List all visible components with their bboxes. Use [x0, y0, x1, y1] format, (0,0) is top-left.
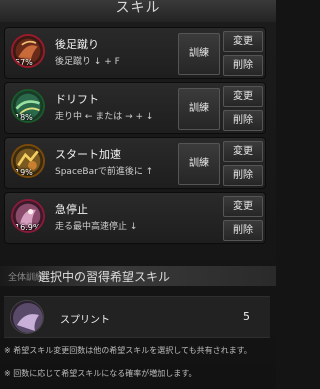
train-button[interactable]: 訓練	[178, 33, 220, 75]
wish-skill-icon	[10, 300, 44, 334]
skill-icon-drift: 18%	[11, 89, 45, 123]
delete-button[interactable]: 削除	[223, 55, 263, 76]
change-button[interactable]: 変更	[223, 141, 263, 162]
skill-progress: 19%	[15, 168, 33, 177]
train-button[interactable]: 訓練	[178, 88, 220, 130]
title-bar: スキル	[0, 0, 276, 22]
skill-icon-start-accel: 19%	[11, 144, 45, 178]
skill-row: 16.9% 急停止 走る最中高速停止 ↓ 変更 削除	[4, 192, 266, 244]
skill-progress: 16.9%	[15, 223, 41, 232]
skill-progress: 57%	[15, 58, 33, 67]
skill-name: ドリフト	[55, 93, 99, 106]
skill-desc: SpaceBarで前進後に ↑	[55, 167, 154, 177]
skill-name: 急停止	[55, 203, 88, 216]
delete-button[interactable]: 削除	[223, 110, 263, 131]
wish-skill-row[interactable]: スプリント 5	[4, 296, 270, 338]
skill-icon-emergency-stop: 16.9%	[11, 199, 45, 233]
change-button[interactable]: 変更	[223, 31, 263, 52]
wish-skill-name: スプリント	[60, 315, 110, 326]
change-button[interactable]: 変更	[223, 86, 263, 107]
skill-name: 後足蹴り	[55, 38, 99, 51]
horse-sprint-art-icon	[11, 301, 43, 333]
section-title: 選択中の習得希望スキル	[38, 270, 171, 284]
skill-desc: 走る最中高速停止 ↓	[55, 222, 138, 232]
wish-skill-count: 5	[243, 310, 250, 323]
delete-button[interactable]: 削除	[223, 165, 263, 186]
notice-text: ※ 回数に応じて希望スキルになる確率が増加します。	[4, 369, 197, 378]
train-button[interactable]: 訓練	[178, 143, 220, 185]
skill-row: 18% ドリフト 走り中 ← または → + ↓ 訓練 変更 削除	[4, 82, 266, 134]
change-button[interactable]: 変更	[223, 196, 263, 217]
notice-text: ※ 希望スキル変更回数は他の希望スキルを選択しても共有されます。	[4, 346, 252, 355]
skill-progress: 18%	[15, 113, 33, 122]
skill-name: スタート加速	[55, 148, 121, 161]
delete-button[interactable]: 削除	[223, 220, 263, 241]
skill-row: 57% 後足蹴り 後足蹴り ↓ + F 訓練 変更 削除	[4, 27, 266, 79]
skill-icon-back-kick: 57%	[11, 34, 45, 68]
window-title: スキル	[115, 0, 161, 16]
skill-desc: 後足蹴り ↓ + F	[55, 57, 120, 67]
skill-desc: 走り中 ← または → + ↓	[55, 112, 154, 122]
skill-window: スキル 57% 後足蹴り 後足蹴り ↓ + F 訓練 変更 削除 18% ドリフ…	[0, 0, 276, 389]
wish-skill-header: 全体訓練 選択中の習得希望スキル	[0, 266, 276, 286]
skill-row: 19% スタート加速 SpaceBarで前進後に ↑ 訓練 変更 削除	[4, 137, 266, 189]
